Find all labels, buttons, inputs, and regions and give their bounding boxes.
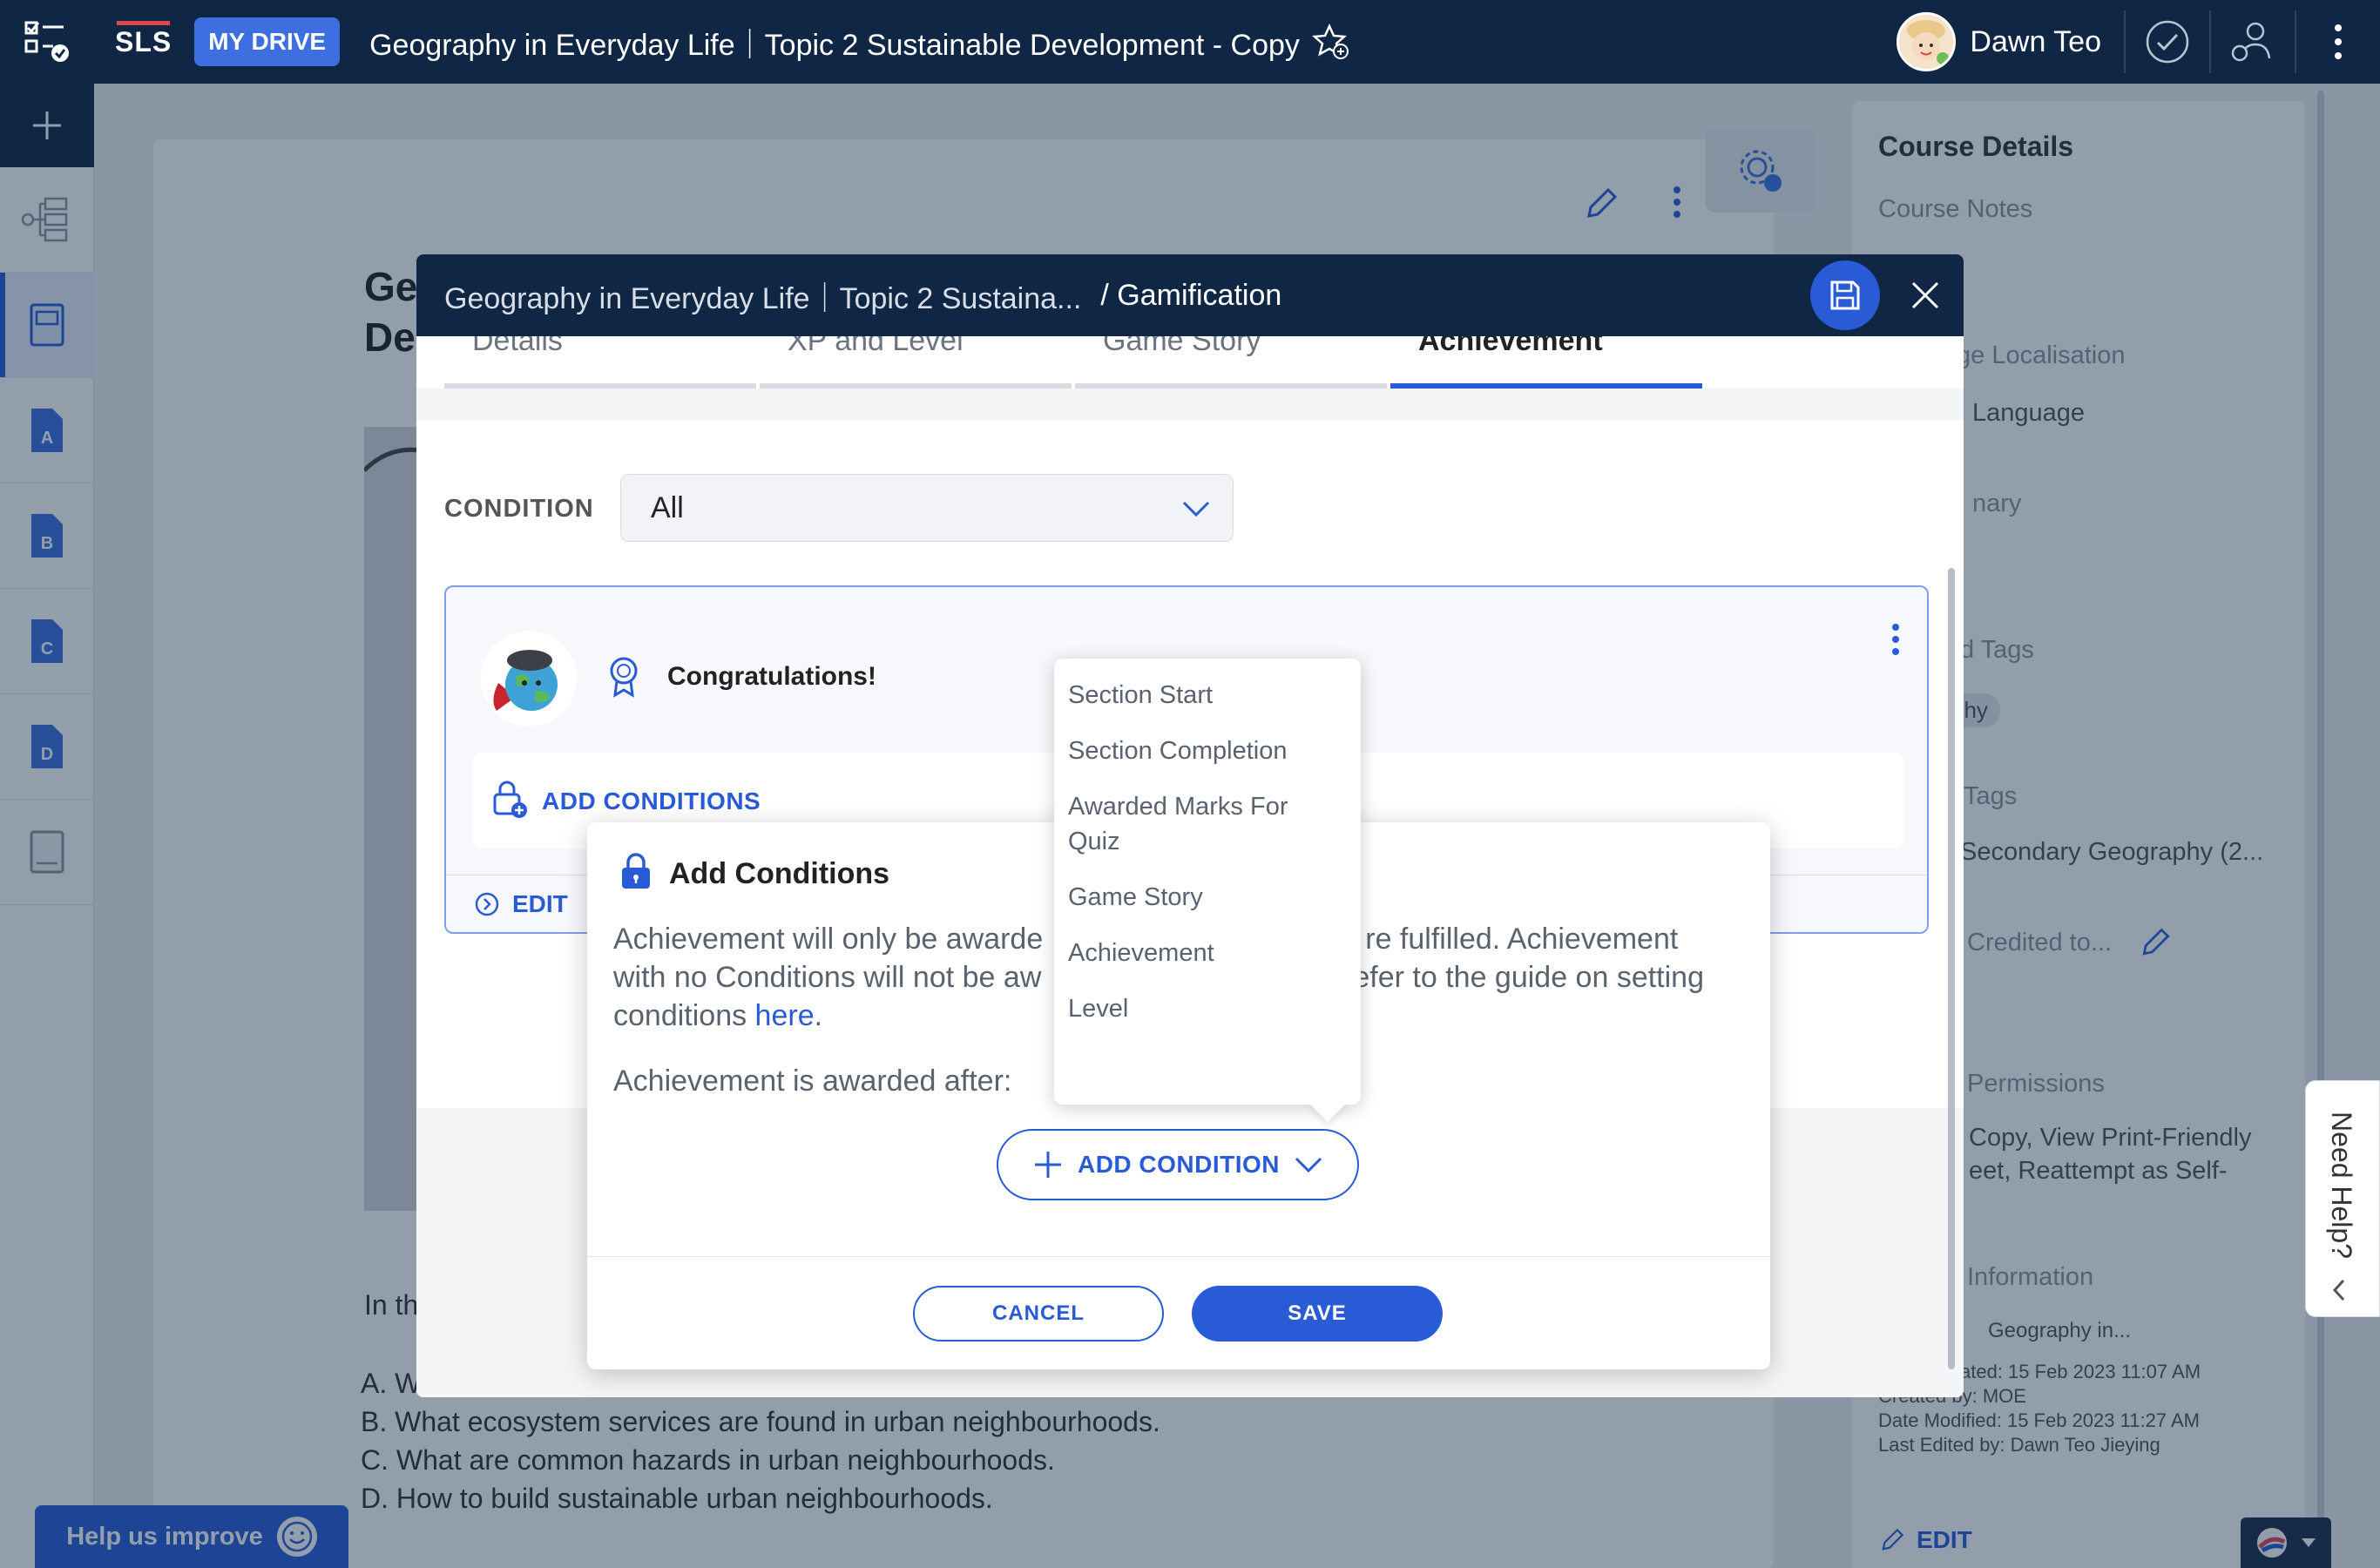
popover-title: Add Conditions (669, 857, 890, 890)
tab-label: Achievement (1418, 336, 1603, 357)
add-condition-button[interactable]: ADD CONDITION (997, 1129, 1359, 1200)
kebab-icon (1892, 624, 1899, 655)
condition-label: CONDITION (444, 495, 594, 523)
chevron-left-icon[interactable] (2329, 1277, 2349, 1303)
chevron-down-icon (1182, 501, 1210, 517)
award-icon (606, 655, 641, 703)
tasks-button[interactable] (0, 0, 94, 84)
tab-label: Game Story (1103, 336, 1261, 357)
modal-scrollbar[interactable] (1948, 568, 1955, 1369)
popover-divider (587, 1256, 1770, 1257)
awarded-after-label: Achievement is awarded after: (613, 1064, 1012, 1098)
more-menu-button[interactable] (2296, 0, 2380, 84)
description-text: . (814, 999, 823, 1032)
earth-mascot-icon (493, 650, 558, 711)
description-text: re fulfilled. Achievement (1365, 923, 1679, 956)
gamification-tabs: Details XP and Level Game Story Achievem… (444, 336, 1838, 389)
save-button[interactable] (1810, 260, 1880, 330)
plus-icon (1034, 1152, 1061, 1178)
edit-label: EDIT (512, 890, 568, 917)
tab-xp-and-level[interactable]: XP and Level (760, 336, 1072, 389)
menu-item-level[interactable]: Level (1054, 981, 1361, 1037)
tab-label: Details (472, 336, 563, 357)
achievement-title: Congratulations! (667, 662, 876, 691)
my-drive-badge[interactable]: MY DRIVE (194, 17, 341, 66)
menu-item-section-start[interactable]: Section Start (1054, 667, 1361, 723)
user-avatar-icon (1899, 15, 1954, 69)
guide-link[interactable]: here (755, 999, 815, 1032)
menu-item-section-completion[interactable]: Section Completion (1054, 723, 1361, 779)
description-text: Achievement will only be awarde (613, 923, 1044, 956)
achievement-mascot (481, 631, 577, 727)
achievement-edit-button[interactable]: EDIT (474, 890, 568, 918)
breadcrumb-current: / Gamification (1100, 278, 1282, 312)
course-title: Geography in Everyday Life｜Topic 2 Susta… (369, 28, 1300, 62)
description-text: conditions (613, 999, 755, 1032)
close-button[interactable] (1897, 267, 1953, 323)
close-icon (1911, 281, 1939, 309)
user-switch-button[interactable] (2211, 0, 2295, 84)
add-condition-label: ADD CONDITION (1077, 1151, 1281, 1178)
check-button[interactable] (2126, 0, 2209, 84)
lock-add-icon (491, 779, 528, 823)
need-help-label: Need Help? (2325, 1111, 2357, 1259)
description-text: efer to the guide on setting (1353, 961, 1704, 994)
save-icon (1830, 280, 1860, 310)
tasks-icon (24, 21, 69, 62)
check-circle-icon (2146, 20, 2189, 64)
tab-label: XP and Level (788, 336, 963, 357)
menu-item-achievement[interactable]: Achievement (1054, 925, 1361, 981)
condition-select[interactable]: All (620, 474, 1234, 542)
avatar[interactable] (1897, 12, 1957, 71)
need-help-label-wrap[interactable]: Need Help? (2309, 1098, 2373, 1272)
menu-item-awarded-marks-quiz[interactable]: Awarded Marks For Quiz (1054, 779, 1361, 869)
chevron-down-icon (1295, 1157, 1322, 1173)
tab-game-story[interactable]: Game Story (1075, 336, 1387, 389)
modal-header: Geography in Everyday Life｜Topic 2 Susta… (416, 254, 1964, 336)
tab-details[interactable]: Details (444, 336, 756, 389)
menu-item-game-story[interactable]: Game Story (1054, 869, 1361, 925)
user-switch-icon (2231, 22, 2271, 62)
sls-logo[interactable]: SLS (115, 20, 172, 58)
cancel-button[interactable]: CANCEL (913, 1286, 1164, 1342)
top-bar: SLS MY DRIVE Geography in Everyday Life｜… (0, 0, 2380, 84)
user-name[interactable]: Dawn Teo (1970, 25, 2101, 59)
save-conditions-button[interactable]: SAVE (1192, 1286, 1443, 1342)
condition-value: All (651, 490, 684, 524)
add-conditions-label: ADD CONDITIONS (542, 787, 761, 814)
condition-type-menu: Section Start Section Completion Awarded… (1054, 659, 1361, 1105)
tabs-spacer (416, 389, 1964, 420)
kebab-icon (2335, 24, 2342, 59)
description-text: with no Conditions will not be aw (613, 961, 1042, 994)
achievement-menu-button[interactable] (1878, 613, 1913, 666)
chevron-circle-right-icon (475, 892, 499, 916)
breadcrumb[interactable]: Geography in Everyday Life｜Topic 2 Susta… (444, 274, 1081, 317)
tab-achievement[interactable]: Achievement (1390, 336, 1702, 389)
lock-icon (619, 852, 653, 895)
star-add-icon[interactable] (1311, 23, 1350, 61)
